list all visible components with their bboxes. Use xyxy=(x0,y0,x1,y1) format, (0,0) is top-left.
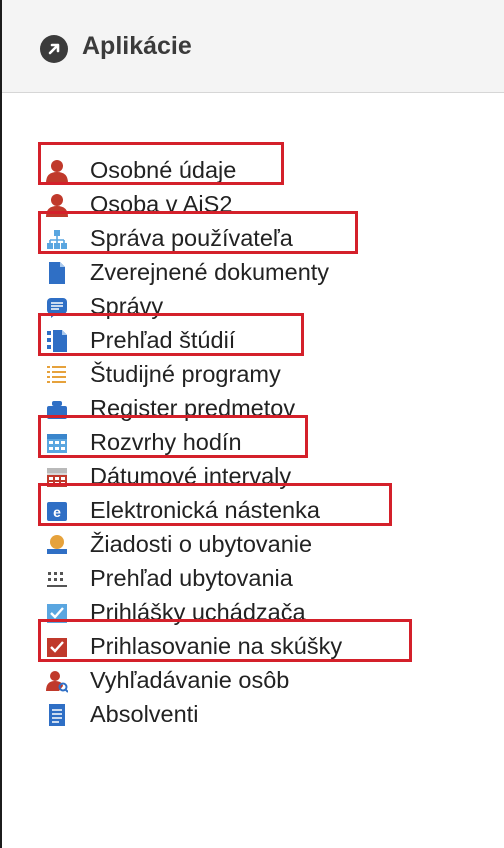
person-icon xyxy=(46,160,68,183)
menu-item-elektronicka-nastenka[interactable]: e Elektronická nástenka xyxy=(46,493,466,527)
menu-item-label: Prihlášky uchádzača xyxy=(90,599,306,625)
e-board-icon: e xyxy=(47,502,67,521)
menu-item-label: Absolventi xyxy=(90,701,199,727)
applications-panel: Aplikácie Osobné údaje Osoba v AiS2 Sprá… xyxy=(0,0,504,848)
menu-item-prihlasovanie-na-skusky[interactable]: Prihlasovanie na skúšky xyxy=(46,629,466,663)
menu-item-label: Vyhľadávanie osôb xyxy=(90,667,290,693)
menu-item-osobne-udaje[interactable]: Osobné údaje xyxy=(46,153,466,187)
exam-check-icon xyxy=(47,638,67,657)
svg-text:e: e xyxy=(53,504,61,520)
menu-item-sprava-pouzivatela[interactable]: Správa používateľa xyxy=(46,221,466,255)
menu-item-label: Zverejnené dokumenty xyxy=(90,259,330,285)
bed-request-icon xyxy=(47,535,67,554)
menu-item-label: Žiadosti o ubytovanie xyxy=(90,531,313,557)
menu-item-zverejnene-dokumenty[interactable]: Zverejnené dokumenty xyxy=(46,255,466,289)
panel-header: Aplikácie xyxy=(2,0,504,93)
menu-item-studijne-programy[interactable]: Študijné programy xyxy=(46,357,466,391)
external-link-circle-icon xyxy=(40,35,68,63)
document-list-icon xyxy=(47,330,67,352)
menu-item-label: Prehľad štúdií xyxy=(90,327,236,353)
menu-item-register-predmetov[interactable]: Register predmetov xyxy=(46,391,466,425)
person-search-icon xyxy=(46,671,68,693)
org-chart-icon xyxy=(47,230,67,249)
application-check-icon xyxy=(47,604,67,623)
panel-title: Aplikácie xyxy=(82,32,192,60)
message-icon xyxy=(47,298,67,318)
register-icon xyxy=(47,401,67,419)
menu-item-label: Rozvrhy hodín xyxy=(90,429,242,455)
menu-item-label: Správy xyxy=(90,293,164,319)
menu-item-osoba-v-ais2[interactable]: Osoba v AiS2 xyxy=(46,187,466,221)
menu-item-ziadosti-o-ubytovanie[interactable]: Žiadosti o ubytovanie xyxy=(46,527,466,561)
person-icon xyxy=(46,194,68,217)
menu-item-label: Študijné programy xyxy=(90,361,281,387)
menu-item-prihlasky-uchadzaca[interactable]: Prihlášky uchádzača xyxy=(46,595,466,629)
menu-item-label: Prehľad ubytovania xyxy=(90,565,293,591)
menu-item-datumove-intervaly[interactable]: Dátumové intervaly xyxy=(46,459,466,493)
document-icon xyxy=(49,262,65,284)
menu-item-spravy[interactable]: Správy xyxy=(46,289,466,323)
menu-item-absolventi[interactable]: Absolventi xyxy=(46,697,466,731)
menu-item-label: Register predmetov xyxy=(90,395,296,421)
menu-item-rozvrhy-hodin[interactable]: Rozvrhy hodín xyxy=(46,425,466,459)
menu-item-label: Elektronická nástenka xyxy=(90,497,320,523)
menu-item-prehlad-studii[interactable]: Prehľad štúdií xyxy=(46,323,466,357)
menu-item-vyhladavanie-osob[interactable]: Vyhľadávanie osôb xyxy=(46,663,466,697)
menu-item-label: Správa používateľa xyxy=(90,225,293,251)
graduates-doc-icon xyxy=(49,704,65,726)
menu-item-label: Osobné údaje xyxy=(90,157,237,183)
grid-dots-icon xyxy=(47,572,67,587)
calendar-range-icon xyxy=(47,468,67,487)
menu-item-label: Osoba v AiS2 xyxy=(90,191,233,217)
menu-item-prehlad-ubytovania[interactable]: Prehľad ubytovania xyxy=(46,561,466,595)
calendar-icon xyxy=(47,434,67,453)
menu-item-label: Dátumové intervaly xyxy=(90,463,292,489)
list-icon xyxy=(47,366,66,383)
menu-item-label: Prihlasovanie na skúšky xyxy=(90,633,343,659)
